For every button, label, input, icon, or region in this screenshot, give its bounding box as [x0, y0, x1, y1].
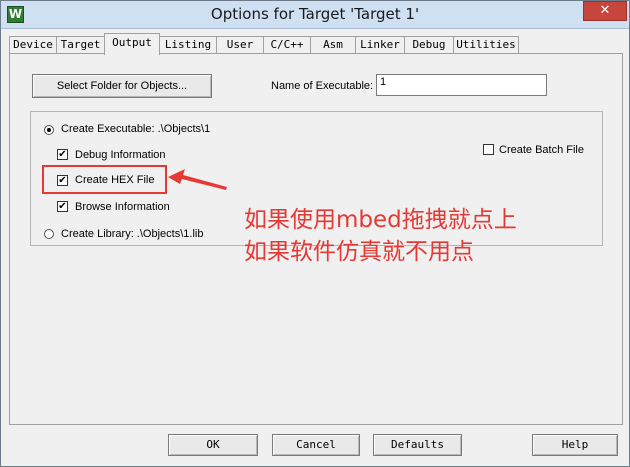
- create-executable-label: Create Executable: .\Objects\1: [61, 123, 211, 135]
- tab-user[interactable]: User: [216, 36, 264, 54]
- name-of-executable-input[interactable]: 1: [376, 74, 547, 96]
- tab-target[interactable]: Target: [56, 36, 105, 54]
- tab-debug[interactable]: Debug: [404, 36, 454, 54]
- debug-information-checkbox[interactable]: ✔: [57, 149, 68, 160]
- red-arrow-icon: [168, 169, 227, 190]
- hex-highlight-box: [42, 165, 167, 194]
- create-batch-file-checkbox[interactable]: [483, 144, 494, 155]
- options-dialog: W Options for Target 'Target 1' ✕ Device…: [0, 0, 630, 467]
- name-of-executable-label: Name of Executable:: [271, 80, 374, 92]
- tab-c-cpp[interactable]: C/C++: [263, 36, 311, 54]
- debug-information-label: Debug Information: [75, 149, 166, 161]
- close-button[interactable]: ✕: [583, 1, 627, 21]
- tab-device[interactable]: Device: [9, 36, 57, 54]
- tab-output[interactable]: Output: [104, 33, 160, 55]
- ok-button[interactable]: OK: [168, 434, 258, 456]
- create-executable-radio[interactable]: [44, 125, 54, 135]
- create-library-label: Create Library: .\Objects\1.lib: [61, 228, 204, 240]
- create-library-radio[interactable]: [44, 229, 54, 239]
- window-title: Options for Target 'Target 1': [210, 5, 420, 23]
- title-bar: W Options for Target 'Target 1' ✕: [1, 1, 629, 29]
- tab-linker[interactable]: Linker: [355, 36, 405, 54]
- defaults-button[interactable]: Defaults: [373, 434, 462, 456]
- cancel-button[interactable]: Cancel: [272, 434, 360, 456]
- browse-information-label: Browse Information: [75, 201, 170, 213]
- select-folder-button[interactable]: Select Folder for Objects...: [32, 74, 212, 98]
- tab-utilities[interactable]: Utilities: [453, 36, 519, 54]
- tab-asm[interactable]: Asm: [310, 36, 356, 54]
- create-batch-file-label: Create Batch File: [499, 144, 584, 156]
- browse-information-checkbox[interactable]: ✔: [57, 201, 68, 212]
- annotation-line-2: 如果软件仿真就不用点: [244, 239, 474, 265]
- annotation-line-1: 如果使用mbed拖拽就点上: [244, 207, 517, 233]
- tab-listing[interactable]: Listing: [159, 36, 217, 54]
- help-button[interactable]: Help: [532, 434, 618, 456]
